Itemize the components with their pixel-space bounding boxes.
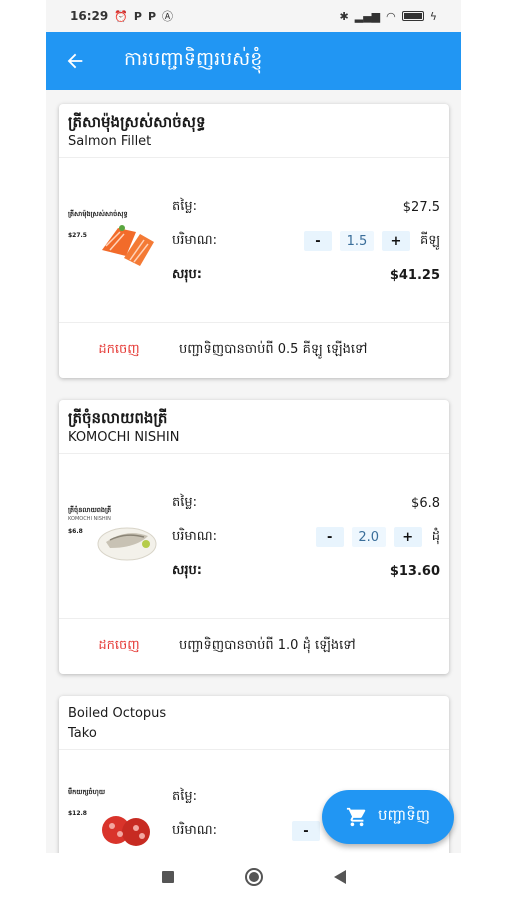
- thumb-caption: ត្រីសាម៉ុងស្រស់សាច់សុទ្ធ: [68, 210, 128, 218]
- price-row: តម្លៃ: $6.8: [172, 492, 440, 514]
- system-nav-bar: [46, 853, 461, 900]
- total-value: $41.25: [389, 267, 440, 283]
- checkout-fab-button[interactable]: បញ្ជាទិញ: [322, 790, 454, 844]
- price-row: តម្លៃ: $27.5: [172, 196, 440, 218]
- circle-icon: [244, 867, 263, 886]
- decrease-button[interactable]: -: [315, 527, 344, 547]
- thumb-caption: មឹកយក្សចំហុយ: [68, 788, 106, 796]
- a-icon: Ⓐ: [162, 10, 174, 23]
- item-name-en: KOMOCHI NISHIN: [68, 430, 180, 445]
- remove-button[interactable]: ដកចេញ: [59, 341, 179, 360]
- quantity-label: បរិមាណ:: [172, 822, 218, 838]
- increase-button[interactable]: +: [393, 527, 422, 547]
- item-thumbnail[interactable]: ត្រីសាម៉ុងស្រស់សាច់សុទ្ធ $27.5: [68, 210, 158, 268]
- item-body: ត្រីចុំនលាយពងត្រី KOMOCHI NISHIN $6.8 តម…: [59, 454, 449, 619]
- item-name-km: Boiled Octopus: [68, 706, 167, 721]
- back-nav-button[interactable]: [330, 867, 350, 887]
- thumb-price: $12.8: [68, 810, 87, 817]
- alarm-icon: ⏰: [114, 9, 128, 23]
- salmon-image: [102, 225, 154, 266]
- home-button[interactable]: [244, 867, 264, 887]
- status-bar: 16:29 ⏰ P P Ⓐ ✱ ▂▄▆ ◠ ϟ: [46, 0, 461, 32]
- battery-icon: [401, 11, 424, 21]
- item-name-en: Tako: [68, 726, 97, 741]
- status-time: 16:29: [70, 9, 109, 23]
- quantity-row: បរិមាណ: - 2.0 + ដុំ: [172, 526, 440, 548]
- item-name-km: ត្រីសាម៉ុងស្រស់សាច់សុទ្ធ: [68, 113, 206, 131]
- quantity-row: បរិមាណ: - 1.5 + គីឡូ: [172, 230, 440, 252]
- checkout-label: បញ្ជាទិញ: [377, 806, 431, 824]
- quantity-stepper: - 1.5 + គីឡូ: [304, 231, 440, 251]
- increase-button[interactable]: +: [382, 231, 410, 251]
- item-header: ត្រីចុំនលាយពងត្រី KOMOCHI NISHIN: [59, 400, 449, 454]
- wifi-icon: ◠: [386, 9, 396, 23]
- min-order-note: បញ្ជាទិញបានចាប់ពី 0.5 គីឡូ ឡើងទៅ: [179, 342, 368, 357]
- item-name-km: ត្រីចុំនលាយពងត្រី: [68, 409, 168, 427]
- total-row: សរុប: $41.25: [172, 264, 440, 286]
- quantity-label: បរិមាណ:: [172, 232, 218, 248]
- price-value: $6.8: [411, 495, 440, 511]
- square-icon: [161, 870, 174, 883]
- total-value: $13.60: [389, 563, 440, 579]
- price-value: $27.5: [402, 199, 440, 215]
- page-title: ការបញ្ជាទិញរបស់ខ្ញុំ: [124, 48, 263, 70]
- signal-icon: ▂▄▆: [354, 9, 381, 23]
- price-label: តម្លៃ:: [172, 788, 198, 804]
- item-body: ត្រីសាម៉ុងស្រស់សាច់សុទ្ធ $27.5 តម្លៃ: $2…: [59, 158, 449, 323]
- order-list[interactable]: ត្រីសាម៉ុងស្រស់សាច់សុទ្ធ Salmon Fillet ត…: [46, 90, 461, 853]
- item-thumbnail[interactable]: ត្រីចុំនលាយពងត្រី KOMOCHI NISHIN $6.8: [68, 506, 158, 564]
- status-left-icons: ⏰ P P Ⓐ: [114, 8, 173, 24]
- unit-label: ដុំ: [431, 528, 440, 544]
- min-order-note: បញ្ជាទិញបានចាប់ពី 1.0 ដុំ ឡើងទៅ: [179, 638, 356, 653]
- thumb-caption: ត្រីចុំនលាយពងត្រី: [68, 506, 112, 514]
- status-right-icons: ✱ ▂▄▆ ◠ ϟ: [340, 10, 437, 23]
- triangle-back-icon: [333, 869, 346, 884]
- total-row: សរុប: $13.60: [172, 560, 440, 582]
- quantity-value[interactable]: 1.5: [340, 231, 374, 251]
- total-label: សរុប:: [172, 562, 202, 578]
- unit-label: គីឡូ: [420, 232, 440, 248]
- app-bar: ការបញ្ជាទិញរបស់ខ្ញុំ: [46, 32, 461, 90]
- thumb-price: $27.5: [68, 232, 87, 239]
- quantity-label: បរិមាណ:: [172, 528, 218, 544]
- quantity-value[interactable]: 2.0: [351, 527, 386, 547]
- order-item-card: ត្រីសាម៉ុងស្រស់សាច់សុទ្ធ Salmon Fillet ត…: [59, 104, 449, 378]
- price-label: តម្លៃ:: [172, 198, 198, 214]
- octopus-image: [102, 816, 150, 846]
- item-header: ត្រីសាម៉ុងស្រស់សាច់សុទ្ធ Salmon Fillet: [59, 104, 449, 158]
- thumb-price: $6.8: [68, 528, 83, 535]
- item-header: Boiled Octopus Tako: [59, 696, 449, 750]
- item-footer: ដកចេញ បញ្ជាទិញបានចាប់ពី 1.0 ដុំ ឡើងទៅ: [59, 619, 449, 674]
- price-label: តម្លៃ:: [172, 494, 198, 510]
- total-label: សរុប:: [172, 266, 202, 282]
- decrease-button[interactable]: -: [304, 231, 332, 251]
- fish-roe-image: [97, 527, 157, 561]
- decrease-button[interactable]: -: [292, 821, 320, 841]
- item-footer: ដកចេញ បញ្ជាទិញបានចាប់ពី 0.5 គីឡូ ឡើងទៅ: [59, 323, 449, 378]
- order-item-card: ត្រីចុំនលាយពងត្រី KOMOCHI NISHIN ត្រីចុំ…: [59, 400, 449, 674]
- cart-icon: [346, 807, 366, 827]
- bluetooth-icon: ✱: [339, 9, 349, 23]
- item-thumbnail[interactable]: មឹកយក្សចំហុយ $12.8: [68, 788, 158, 846]
- remove-button[interactable]: ដកចេញ: [59, 637, 179, 656]
- charging-icon: ϟ: [429, 9, 437, 23]
- quantity-stepper: - 2.0 + ដុំ: [315, 527, 440, 547]
- recents-button[interactable]: [158, 867, 178, 887]
- p-icon: P: [147, 9, 157, 23]
- item-name-en: Salmon Fillet: [68, 134, 152, 149]
- back-button[interactable]: [46, 32, 104, 90]
- arrow-back-icon: [67, 53, 83, 69]
- quantity-stepper: -: [292, 821, 320, 841]
- p-icon: P: [133, 9, 142, 23]
